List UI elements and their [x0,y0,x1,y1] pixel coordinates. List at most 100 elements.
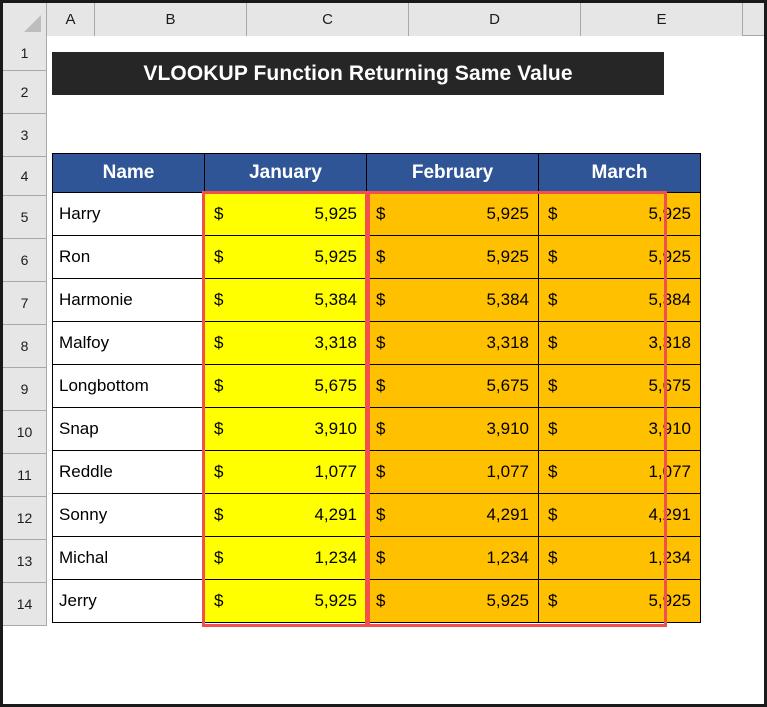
row-header-8[interactable]: 8 [3,325,47,368]
row-header-1[interactable]: 1 [3,36,47,71]
cell-march[interactable]: $5,384 [538,278,701,322]
cell-february[interactable]: $3,910 [366,407,539,451]
cell-march[interactable]: $5,675 [538,364,701,408]
cell-february[interactable]: $5,925 [366,192,539,236]
currency-symbol: $ [548,591,558,610]
row-header-12[interactable]: 12 [3,497,47,540]
currency-symbol: $ [376,333,386,352]
currency-symbol: $ [548,462,558,481]
cell-march[interactable]: $4,291 [538,493,701,537]
cell-name[interactable]: Snap [52,407,205,451]
select-all-triangle-icon [24,15,41,32]
currency-symbol: $ [376,548,386,567]
column-title-february: February [366,153,539,193]
currency-symbol: $ [214,247,224,266]
select-all-button[interactable] [3,3,47,36]
currency-symbol: $ [214,333,224,352]
grid-cell[interactable] [48,114,96,157]
cell-value: 4,291 [486,505,529,524]
cell-january[interactable]: $5,675 [204,364,367,408]
cell-name[interactable]: Ron [52,235,205,279]
cell-february[interactable]: $5,675 [366,364,539,408]
cell-march[interactable]: $1,077 [538,450,701,494]
cell-january[interactable]: $3,910 [204,407,367,451]
cell-name[interactable]: Michal [52,536,205,580]
row-header-5[interactable]: 5 [3,196,47,239]
cell-value: 5,384 [648,290,691,309]
cell-february[interactable]: $5,925 [366,579,539,623]
cell-name[interactable]: Reddle [52,450,205,494]
column-header-c[interactable]: C [247,3,409,36]
row-header-14[interactable]: 14 [3,583,47,626]
cell-january[interactable]: $4,291 [204,493,367,537]
column-title-name: Name [52,153,205,193]
row-header-3[interactable]: 3 [3,114,47,157]
cell-january[interactable]: $1,077 [204,450,367,494]
column-title-january: January [204,153,367,193]
row-header-7[interactable]: 7 [3,282,47,325]
cell-march[interactable]: $3,318 [538,321,701,365]
cell-value: 1,077 [648,462,691,481]
cell-january[interactable]: $3,318 [204,321,367,365]
cell-march[interactable]: $1,234 [538,536,701,580]
row-header-11[interactable]: 11 [3,454,47,497]
cell-value: 3,318 [648,333,691,352]
cell-march[interactable]: $5,925 [538,235,701,279]
currency-symbol: $ [548,290,558,309]
cell-january[interactable]: $5,384 [204,278,367,322]
column-header-a[interactable]: A [47,3,95,36]
currency-symbol: $ [214,505,224,524]
grid-cell[interactable] [410,114,582,157]
cell-february[interactable]: $1,234 [366,536,539,580]
column-header-b[interactable]: B [95,3,247,36]
cell-march[interactable]: $5,925 [538,192,701,236]
cell-february[interactable]: $1,077 [366,450,539,494]
cell-value: 5,384 [486,290,529,309]
cell-january[interactable]: $5,925 [204,192,367,236]
row-header-6[interactable]: 6 [3,239,47,282]
sheet-title-banner: VLOOKUP Function Returning Same Value [52,52,664,95]
currency-symbol: $ [548,505,558,524]
currency-symbol: $ [548,548,558,567]
grid-cell[interactable] [96,114,248,157]
column-header-e[interactable]: E [581,3,743,36]
cell-name[interactable]: Jerry [52,579,205,623]
cell-name[interactable]: Malfoy [52,321,205,365]
cell-name[interactable]: Sonny [52,493,205,537]
column-header-d[interactable]: D [409,3,581,36]
cell-value: 5,925 [486,591,529,610]
grid-cell[interactable] [582,114,744,157]
table-row: Michal $1,234 $1,234 $1,234 [52,536,701,580]
row-header-4[interactable]: 4 [3,157,47,196]
cell-january[interactable]: $5,925 [204,235,367,279]
cell-name[interactable]: Harry [52,192,205,236]
spreadsheet-app: A B C D E 1 2 3 4 5 6 7 8 9 10 11 12 13 14 VLOOKUP Fu… [0,0,767,707]
currency-symbol: $ [376,290,386,309]
cell-march[interactable]: $3,910 [538,407,701,451]
cell-february[interactable]: $5,925 [366,235,539,279]
cell-february[interactable]: $3,318 [366,321,539,365]
currency-symbol: $ [548,376,558,395]
cell-january[interactable]: $5,925 [204,579,367,623]
cell-value: 4,291 [314,505,357,524]
row-header-2[interactable]: 2 [3,71,47,114]
column-title-march: March [538,153,701,193]
table-row: Malfoy $3,318 $3,318 $3,318 [52,321,701,365]
cell-value: 5,925 [648,204,691,223]
cell-name[interactable]: Harmonie [52,278,205,322]
cell-value: 3,910 [314,419,357,438]
grid-cell[interactable] [248,114,410,157]
cell-name[interactable]: Longbottom [52,364,205,408]
currency-symbol: $ [548,204,558,223]
cell-march[interactable]: $5,925 [538,579,701,623]
data-table: Name January February March Harry $5,925 $… [52,153,701,623]
cell-january[interactable]: $1,234 [204,536,367,580]
table-row: Longbottom $5,675 $5,675 $5,675 [52,364,701,408]
row-header-10[interactable]: 10 [3,411,47,454]
table-row: Harmonie $5,384 $5,384 $5,384 [52,278,701,322]
row-header-13[interactable]: 13 [3,540,47,583]
row-header-9[interactable]: 9 [3,368,47,411]
cell-february[interactable]: $5,384 [366,278,539,322]
row-header-column: 1 2 3 4 5 6 7 8 9 10 11 12 13 14 [3,36,47,626]
cell-february[interactable]: $4,291 [366,493,539,537]
